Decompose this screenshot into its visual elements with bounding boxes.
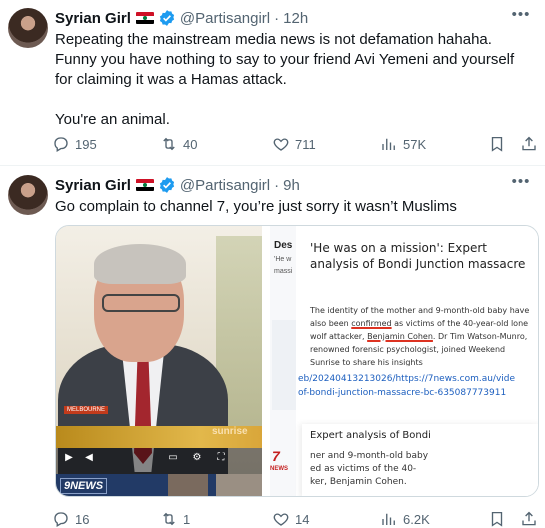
sidebar-heading: Des: [274, 240, 293, 251]
like-icon: [273, 513, 289, 526]
author-name[interactable]: Syrian Girl: [55, 10, 131, 27]
article-body: The identity of the mother and 9-month-o…: [310, 304, 534, 369]
bookmark-button[interactable]: [488, 508, 506, 528]
reply-button[interactable]: 16: [52, 508, 89, 528]
tweet-actions: 195 40 711 57K: [50, 133, 540, 155]
play-icon[interactable]: ▶: [62, 452, 76, 466]
location-tag: MELBOURNE: [64, 406, 109, 414]
bookmark-icon: [491, 136, 503, 152]
reply-icon: [54, 137, 68, 152]
reply-count: 195: [75, 136, 97, 152]
share-icon: [522, 511, 536, 526]
volume-icon[interactable]: ◀: [82, 452, 96, 466]
verified-badge-icon: [159, 177, 174, 193]
views-button[interactable]: 57K: [380, 133, 426, 155]
archive-url: eb/20240413213026/https://7news.com.au/v…: [298, 374, 516, 384]
player-controls: ▶ ◀ ▭ ⚙ ⛶: [56, 448, 262, 474]
snippet-text: ner and 9-month-old baby ed as victims o…: [310, 451, 429, 487]
author-handle[interactable]: @Partisangirl: [180, 10, 270, 27]
glasses: [102, 294, 180, 312]
tweet[interactable]: Syrian Girl @Partisangirl · 12h ••• Repe…: [0, 0, 545, 166]
more-icon[interactable]: •••: [511, 174, 531, 195]
article-screenshot[interactable]: Des 'He w massi 'He was on a mission': E…: [262, 226, 538, 496]
fullscreen-icon[interactable]: ⛶: [214, 452, 228, 466]
share-button[interactable]: [520, 508, 538, 528]
news-banner: 9NEWS: [56, 474, 262, 496]
tweet-text: Repeating the mainstream media news is n…: [55, 31, 515, 128]
tweet-header: Syrian Girl @Partisangirl · 12h: [55, 8, 308, 28]
seven-news-logo-sub: NEWS: [270, 466, 288, 472]
avatar[interactable]: [8, 8, 48, 48]
article-title: 'He was on a mission': Expert analysis o…: [310, 241, 526, 271]
share-button[interactable]: [520, 133, 538, 155]
search-snippet: Expert analysis of Bondi ner and 9-month…: [302, 424, 538, 496]
man-hair: [94, 244, 186, 284]
tweet-media[interactable]: MELBOURNE sunrise ▶ ◀ ▭ ⚙ ⛶ 9NEWS Des 'H…: [55, 225, 539, 497]
bookmark-icon: [491, 511, 503, 527]
archive-url-overlay: eb/20240413213026/https://7news.com.au/v…: [296, 366, 538, 426]
verified-badge-icon: [159, 10, 174, 26]
repost-button[interactable]: 40: [160, 133, 197, 155]
highlighted-word: confirmed: [351, 319, 392, 328]
like-count: 711: [295, 136, 316, 152]
video-thumbnail[interactable]: MELBOURNE sunrise ▶ ◀ ▭ ⚙ ⛶ 9NEWS: [56, 226, 262, 496]
tweet-header: Syrian Girl @Partisangirl · 9h: [55, 175, 300, 195]
views-icon: [382, 513, 395, 525]
author-handle[interactable]: @Partisangirl: [180, 177, 270, 194]
channel-bug: sunrise: [212, 426, 248, 437]
tweet-timestamp[interactable]: 9h: [283, 177, 300, 194]
views-count: 57K: [403, 136, 427, 152]
captions-icon[interactable]: ▭: [166, 452, 180, 466]
highlighted-name: Benjamin Cohen: [367, 332, 433, 341]
views-button[interactable]: 6.2K: [380, 508, 430, 528]
nine-news-logo: 9NEWS: [60, 478, 108, 494]
reply-icon: [54, 512, 68, 527]
video-frame: MELBOURNE sunrise: [56, 226, 262, 484]
repost-button[interactable]: 1: [160, 508, 190, 528]
reply-count: 16: [75, 511, 90, 527]
separator-dot: ·: [274, 176, 280, 194]
like-icon: [273, 138, 289, 151]
more-icon[interactable]: •••: [511, 7, 531, 28]
tweet-timestamp[interactable]: 12h: [283, 10, 308, 27]
archive-url: of-bondi-junction-massacre-bc-6350877739…: [298, 388, 507, 398]
share-icon: [522, 136, 536, 151]
egypt-flag-icon: [135, 12, 154, 24]
sidebar-card: [272, 320, 296, 410]
retweet-icon: [163, 512, 175, 526]
author-name[interactable]: Syrian Girl: [55, 177, 131, 194]
banner-image: [216, 474, 262, 496]
bookmark-button[interactable]: [488, 133, 506, 155]
like-count: 14: [295, 511, 310, 527]
like-button[interactable]: 14: [272, 508, 309, 528]
repost-count: 40: [183, 136, 198, 152]
settings-icon[interactable]: ⚙: [190, 452, 204, 466]
snippet-title: Expert analysis of Bondi: [310, 430, 431, 441]
reply-button[interactable]: 195: [52, 133, 97, 155]
views-icon: [382, 138, 395, 150]
sidebar-snippet: massi: [274, 268, 293, 275]
tweet-text: Go complain to channel 7, you’re just so…: [55, 198, 457, 215]
like-button[interactable]: 711: [272, 133, 316, 155]
separator-dot: ·: [274, 9, 280, 27]
banner-image: [168, 474, 208, 496]
tweet-actions: 16 1 14 6.2K: [50, 508, 540, 528]
egypt-flag-icon: [135, 179, 154, 191]
tweet[interactable]: Syrian Girl @Partisangirl · 9h ••• Go co…: [0, 167, 545, 528]
sidebar-snippet: 'He w: [274, 256, 292, 263]
seven-news-logo: 7: [272, 448, 280, 464]
repost-count: 1: [183, 511, 191, 527]
views-count: 6.2K: [403, 511, 430, 527]
avatar[interactable]: [8, 175, 48, 215]
retweet-icon: [163, 137, 175, 151]
